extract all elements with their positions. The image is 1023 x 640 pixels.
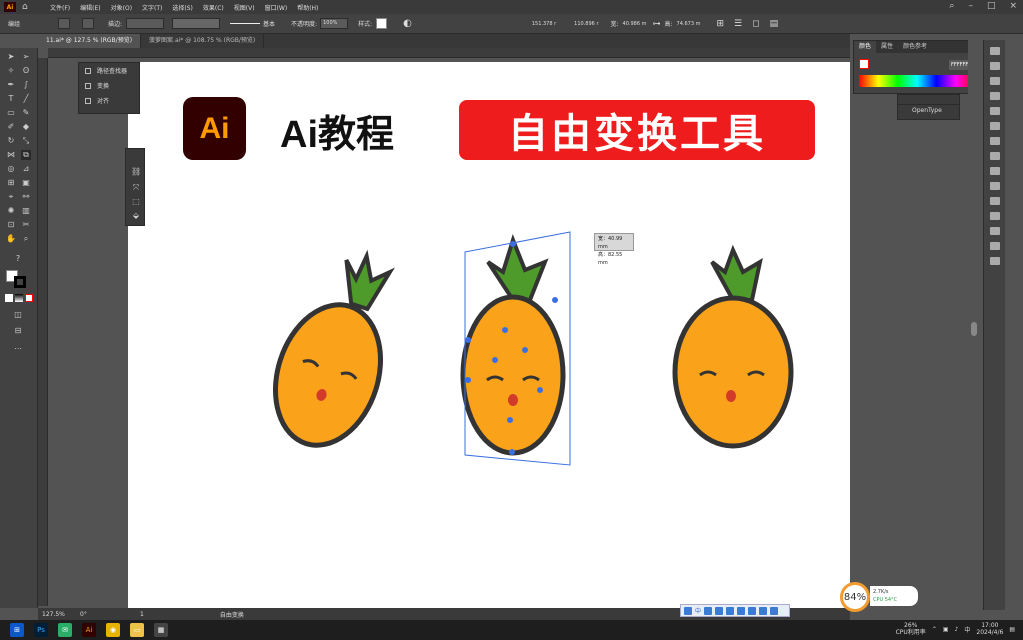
swatches-icon[interactable] [989, 92, 1000, 100]
layers-icon[interactable] [989, 62, 1000, 70]
stroke-icon[interactable] [989, 137, 1000, 145]
artboard-number-field[interactable]: 1 [140, 611, 144, 618]
opentype-panel: OpenType [897, 94, 960, 120]
appearance-icon[interactable] [989, 182, 1000, 190]
clock-time[interactable]: 17:00 [976, 622, 1003, 629]
photoshop-icon[interactable]: Ps [34, 623, 48, 637]
opentype-label[interactable]: OpenType [898, 105, 959, 116]
transform-tooltip: 宽：40.99 mm 高：82.55 mm [594, 233, 634, 266]
tooltip-width: 宽：40.99 mm [598, 236, 623, 250]
transparency-icon[interactable] [989, 167, 1000, 175]
ime-logo-icon[interactable] [684, 606, 692, 615]
none-color-icon[interactable] [859, 59, 869, 69]
ime-settings-icon[interactable] [770, 606, 779, 615]
ime-language[interactable]: 中 [695, 606, 701, 615]
ime-punctuation-icon[interactable] [704, 606, 713, 615]
start-icon[interactable]: ⊞ [10, 623, 24, 637]
asset-export-icon[interactable] [989, 242, 1000, 250]
vertical-scrollbar[interactable] [968, 40, 980, 608]
ime-skin-icon[interactable] [759, 606, 768, 615]
color-spectrum[interactable] [859, 75, 975, 87]
illustrator-icon[interactable]: Ai [82, 623, 96, 637]
ime-voice-icon[interactable] [726, 606, 735, 615]
volume-icon[interactable]: ♪ [955, 626, 959, 633]
tab-properties[interactable]: 属性 [876, 41, 898, 53]
gradient-icon[interactable] [989, 152, 1000, 160]
panel-header [898, 95, 959, 105]
ime-toolbox-icon[interactable] [748, 606, 757, 615]
scrollbar-thumb[interactable] [971, 322, 977, 336]
network-monitor: 2.7K/s CPU 54°C [870, 586, 918, 606]
cpu-usage: 26% [904, 622, 918, 629]
pineapple-middle [460, 234, 566, 456]
net-speed: 2.7K/s [873, 589, 889, 595]
properties-icon[interactable] [989, 47, 1000, 55]
rotation-field[interactable]: 0° [80, 611, 100, 618]
right-panel-dock [850, 40, 980, 610]
tab-color[interactable]: 颜色 [854, 41, 877, 53]
cpu-temp: CPU 54°C [873, 597, 898, 603]
tooltip-height: 高：82.55 mm [598, 252, 623, 266]
pineapple-left [272, 249, 395, 448]
wechat-icon[interactable]: ✉ [58, 623, 72, 637]
windows-taskbar: ⊞ Ps ✉ Ai ◉ ▭ ▦ 26% CPU利用率 ⌃ ▣ ♪ 中 17:00… [0, 620, 1023, 640]
ime-tray-label[interactable]: 中 [964, 625, 970, 634]
cpu-monitor-circle[interactable]: 84% [840, 582, 870, 612]
graphic-styles-icon[interactable] [989, 197, 1000, 205]
color-panel: 颜色 属性 颜色参考 FFFFFF [853, 40, 980, 94]
file-explorer-icon[interactable]: ▭ [130, 623, 144, 637]
panel-icon-strip [983, 40, 1005, 610]
system-tray: 26% CPU利用率 ⌃ ▣ ♪ 中 17:00 2024/4/6 ▤ [896, 622, 1015, 636]
symbols-icon[interactable] [989, 122, 1000, 130]
layers-stack-icon[interactable] [989, 227, 1000, 235]
current-tool-label: 自由变换 [219, 611, 244, 619]
tray-up-icon[interactable]: ⌃ [932, 626, 937, 633]
ime-keyboard-icon[interactable] [737, 606, 746, 615]
notification-icon[interactable]: ▤ [1009, 626, 1015, 633]
clock-date[interactable]: 2024/4/6 [976, 629, 1003, 636]
ime-emoji-icon[interactable] [715, 606, 724, 615]
libraries-icon[interactable] [989, 77, 1000, 85]
network-icon[interactable]: ▣ [943, 626, 949, 633]
tab-color-guide[interactable]: 颜色参考 [898, 41, 932, 53]
pineapple-right [672, 244, 794, 449]
artboards-icon[interactable] [989, 257, 1000, 265]
cpu-usage-label: CPU利用率 [895, 629, 926, 636]
ime-toolbar: 中 [680, 604, 790, 617]
app-icon[interactable]: ▦ [154, 623, 168, 637]
comments-icon[interactable] [989, 212, 1000, 220]
chrome-icon[interactable]: ◉ [106, 623, 120, 637]
zoom-field[interactable]: 127.5% [42, 611, 66, 618]
brushes-icon[interactable] [989, 107, 1000, 115]
